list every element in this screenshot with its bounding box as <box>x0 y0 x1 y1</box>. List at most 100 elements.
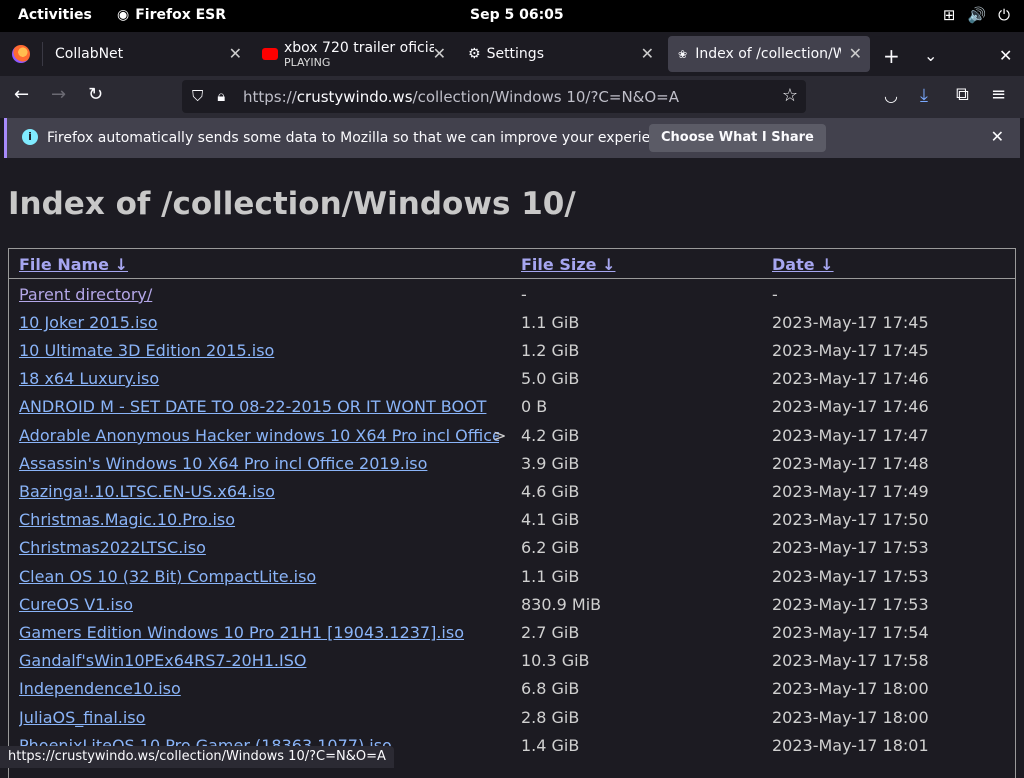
file-name-link[interactable]: Christmas2022LTSC.iso <box>19 538 499 557</box>
file-date: - <box>772 285 778 304</box>
system-tray[interactable]: ⊞ 🔊 ⏻ <box>943 6 1010 24</box>
clock[interactable]: Sep 5 06:05 <box>470 7 564 23</box>
file-date: 2023-May-17 18:00 <box>772 708 929 727</box>
file-name-link[interactable]: Clean OS 10 (32 Bit) CompactLite.iso <box>19 567 499 586</box>
choose-what-i-share-button[interactable]: Choose What I Share <box>649 124 826 152</box>
file-name-link[interactable]: Gandalf'sWin10PEx64RS7-20H1.ISO <box>19 651 499 670</box>
back-arrow-icon[interactable]: ← <box>14 84 29 105</box>
tab-close-icon[interactable]: ✕ <box>229 44 242 63</box>
table-row: Clean OS 10 (32 Bit) CompactLite.iso 1.1 … <box>9 564 1015 592</box>
tab-close-icon[interactable]: ✕ <box>849 44 862 63</box>
info-icon: i <box>22 129 38 145</box>
file-size: 3.9 GiB <box>521 454 580 473</box>
close-notification-icon[interactable]: ✕ <box>991 127 1004 146</box>
file-date: 2023-May-17 18:01 <box>772 736 929 755</box>
file-name-link[interactable]: Independence10.iso <box>19 679 499 698</box>
tab-label: Index of /collection/Wi <box>695 46 842 62</box>
reload-icon[interactable]: ↻ <box>88 84 103 105</box>
file-name-link[interactable]: Assassin's Windows 10 X64 Pro incl Offic… <box>19 454 499 473</box>
notification-message: Firefox automatically sends some data to… <box>47 130 680 146</box>
tab-playing-label: PLAYING <box>284 55 331 69</box>
file-name-link[interactable]: 10 Joker 2015.iso <box>19 313 499 332</box>
file-date: 2023-May-17 17:48 <box>772 454 929 473</box>
sort-by-name-link[interactable]: File Name ↓ <box>19 255 128 274</box>
table-row: Christmas.Magic.10.Pro.iso 4.1 GiB 2023-Ma… <box>9 507 1015 535</box>
status-bar-url: https://crustywindo.ws/collection/Window… <box>0 746 394 768</box>
tab-youtube[interactable]: xbox 720 trailer oficial PLAYING ✕ <box>258 36 454 72</box>
page-title: Index of /collection/Windows 10/ <box>8 186 576 222</box>
gnome-top-bar: Activities ◉ Firefox ESR Sep 5 06:05 ⊞ 🔊… <box>0 0 1024 32</box>
tab-index-collection[interactable]: ❀ Index of /collection/Wi ✕ <box>668 36 870 72</box>
file-name-link[interactable]: Christmas.Magic.10.Pro.iso <box>19 510 499 529</box>
site-favicon-icon: ❀ <box>678 47 688 61</box>
activities-button[interactable]: Activities <box>18 7 92 23</box>
tab-label: xbox 720 trailer oficial <box>284 39 434 56</box>
file-size: 10.3 GiB <box>521 651 590 670</box>
table-row: CureOS V1.iso 830.9 MiB 2023-May-17 17:53 <box>9 592 1015 620</box>
gear-icon: ⚙ <box>468 46 481 62</box>
tab-settings[interactable]: ⚙ Settings ✕ <box>462 36 662 72</box>
forward-arrow-icon[interactable]: → <box>51 84 66 105</box>
url-text[interactable]: https://crustywindo.ws/collection/Window… <box>243 88 679 106</box>
tab-label: CollabNet <box>55 46 124 62</box>
firefox-app-icon: ◉ <box>117 7 130 23</box>
file-size: 1.1 GiB <box>521 313 580 332</box>
sort-by-size-link[interactable]: File Size ↓ <box>521 255 615 274</box>
file-size: 2.8 GiB <box>521 708 580 727</box>
downloads-icon[interactable]: ⤓ <box>920 85 928 106</box>
app-name: Firefox ESR <box>135 7 227 23</box>
volume-icon: 🔊 <box>967 6 987 24</box>
table-row: 18 x64 Luxury.iso 5.0 GiB 2023-May-17 17:4… <box>9 366 1015 394</box>
file-size: 4.6 GiB <box>521 482 580 501</box>
table-row: Adorable Anonymous Hacker windows 10 X64… <box>9 423 1015 451</box>
table-row: Christmas2022LTSC.iso 6.2 GiB 2023-May-17 … <box>9 535 1015 563</box>
file-name-link[interactable]: Bazinga!.10.LTSC.EN-US.x64.iso <box>19 482 499 501</box>
file-size: 6.8 GiB <box>521 679 580 698</box>
extensions-icon[interactable]: ⧉ <box>956 84 969 105</box>
window-close-icon[interactable]: ✕ <box>999 46 1012 65</box>
url-bar[interactable]: ⛉ 🔒︎ https://crustywindo.ws/collection/W… <box>182 80 806 113</box>
table-row: Gamers Edition Windows 10 Pro 21H1 [1904… <box>9 620 1015 648</box>
file-date: 2023-May-17 17:54 <box>772 623 929 642</box>
network-icon: ⊞ <box>942 6 956 24</box>
file-size: 6.2 GiB <box>521 538 580 557</box>
file-name-link[interactable]: Adorable Anonymous Hacker windows 10 X64… <box>19 426 499 445</box>
file-name-link[interactable]: 18 x64 Luxury.iso <box>19 369 499 388</box>
table-row: Independence10.iso 6.8 GiB 2023-May-17 18:… <box>9 676 1015 704</box>
sort-by-date-link[interactable]: Date ↓ <box>772 255 834 274</box>
truncation-marker: > <box>493 426 507 445</box>
file-size: - <box>521 285 527 304</box>
file-size: 2.7 GiB <box>521 623 580 642</box>
app-menu[interactable]: ◉ Firefox ESR <box>117 7 226 23</box>
tab-strip: CollabNet ✕ xbox 720 trailer oficial PLA… <box>0 32 1024 76</box>
file-name-link[interactable]: ANDROID M - SET DATE TO 08-22-2015 OR IT… <box>19 397 499 416</box>
file-date: 2023-May-17 17:49 <box>772 482 929 501</box>
power-icon: ⏻ <box>998 6 1010 24</box>
nav-bar: ← → ↻ ⛉ 🔒︎ https://crustywindo.ws/collec… <box>0 76 1024 118</box>
tab-list-chevron-down-icon[interactable]: ⌄ <box>924 46 937 65</box>
file-date: 2023-May-17 18:00 <box>772 679 929 698</box>
file-date: 2023-May-17 17:45 <box>772 341 929 360</box>
lock-icon[interactable]: 🔒︎ <box>217 87 225 105</box>
bookmark-star-icon[interactable]: ☆ <box>782 85 798 106</box>
file-name-link[interactable]: JuliaOS_final.iso <box>19 708 499 727</box>
file-name-link[interactable]: Gamers Edition Windows 10 Pro 21H1 [1904… <box>19 623 499 642</box>
hamburger-menu-icon[interactable]: ≡ <box>991 84 1006 105</box>
file-date: 2023-May-17 17:53 <box>772 538 929 557</box>
tab-collabnet[interactable]: CollabNet ✕ <box>44 36 250 72</box>
file-date: 2023-May-17 17:58 <box>772 651 929 670</box>
pocket-icon[interactable]: ◡ <box>884 86 898 105</box>
file-listing-table: File Name ↓ File Size ↓ Date ↓ Parent di… <box>8 248 1016 778</box>
tab-close-icon[interactable]: ✕ <box>641 44 654 63</box>
file-name-link[interactable]: Parent directory/ <box>19 285 499 304</box>
file-date: 2023-May-17 17:47 <box>772 426 929 445</box>
table-row: Bazinga!.10.LTSC.EN-US.x64.iso 4.6 GiB 202… <box>9 479 1015 507</box>
firefox-view-icon[interactable] <box>12 45 30 63</box>
new-tab-plus-icon[interactable]: + <box>883 44 900 68</box>
file-name-link[interactable]: 10 Ultimate 3D Edition 2015.iso <box>19 341 499 360</box>
file-date: 2023-May-17 17:50 <box>772 510 929 529</box>
file-name-link[interactable]: CureOS V1.iso <box>19 595 499 614</box>
table-header: File Name ↓ File Size ↓ Date ↓ <box>9 249 1015 279</box>
tab-close-icon[interactable]: ✕ <box>433 44 446 63</box>
tracking-shield-icon[interactable]: ⛉ <box>192 87 203 105</box>
